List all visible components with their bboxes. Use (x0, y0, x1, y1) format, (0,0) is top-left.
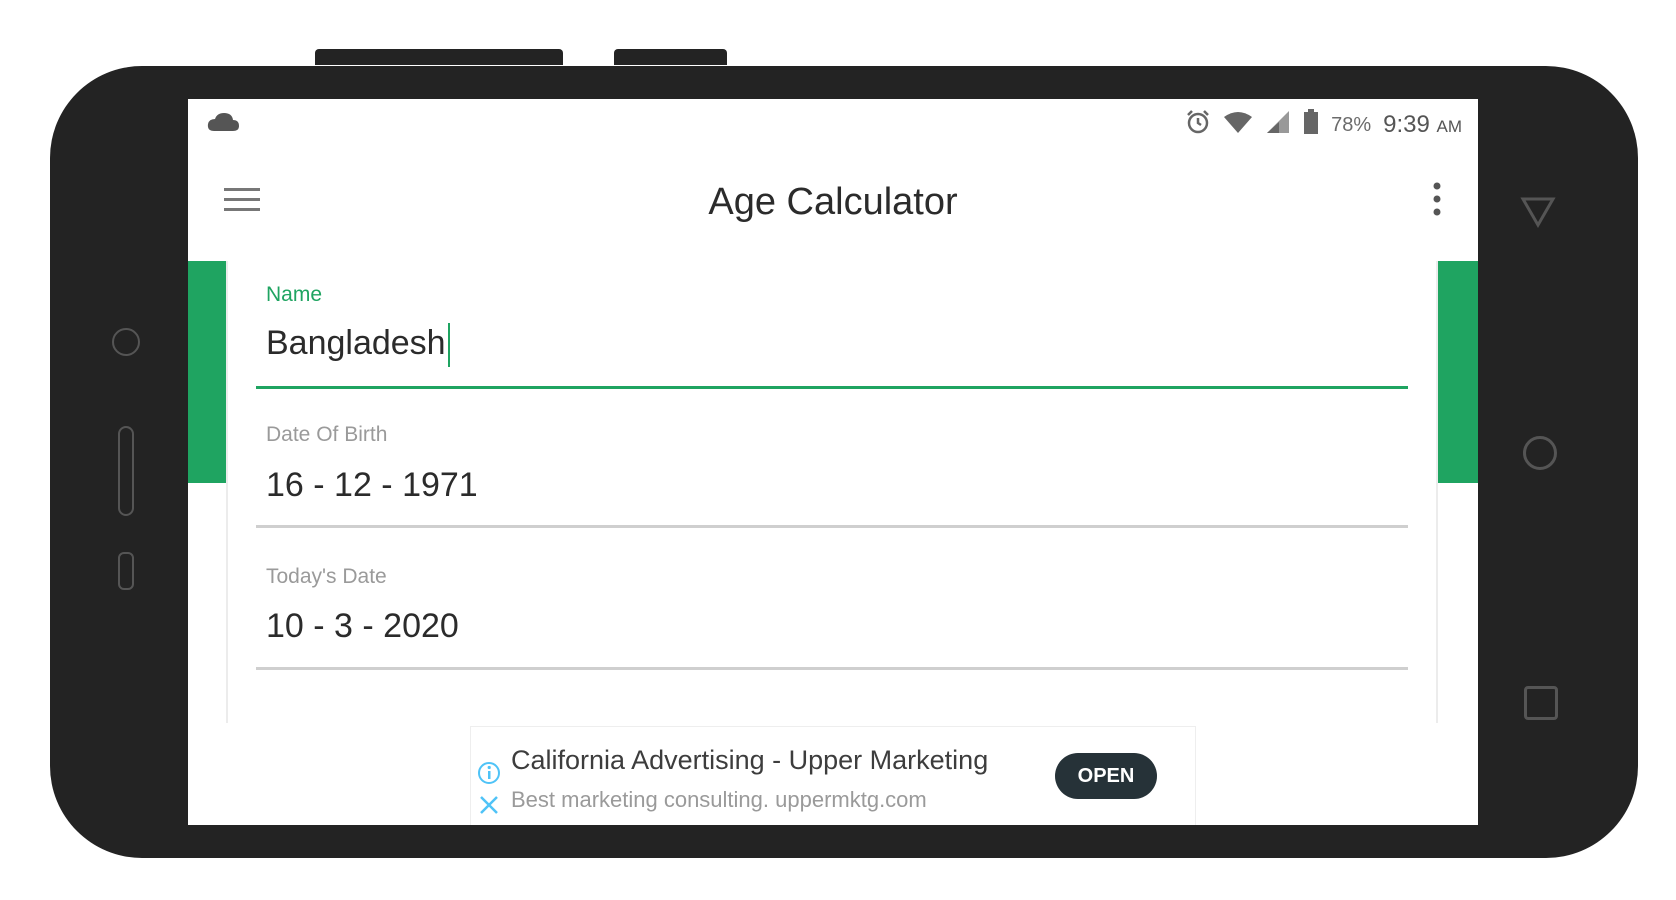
dob-underline (256, 525, 1408, 528)
accent-bar-right (1438, 261, 1478, 483)
today-field[interactable]: Today's Date 10 - 3 - 2020 (256, 565, 1408, 677)
name-value: Bangladesh (266, 323, 446, 362)
phone-screen: 78% 9:39 AM Age Calculator Name Banglade… (188, 99, 1478, 825)
home-circle-icon[interactable] (1523, 436, 1557, 470)
battery-icon (1303, 109, 1319, 141)
name-label: Name (266, 283, 323, 306)
time-ampm: AM (1436, 117, 1463, 136)
status-bar: 78% 9:39 AM (188, 99, 1478, 151)
status-time: 9:39 AM (1383, 111, 1462, 139)
time-value: 9:39 (1383, 111, 1430, 138)
today-label: Today's Date (266, 565, 387, 588)
today-input[interactable]: 10 - 3 - 2020 (266, 607, 459, 646)
accent-bar-left (188, 261, 226, 483)
device-top-button-1 (315, 49, 563, 65)
status-icons: 78% 9:39 AM (1185, 109, 1462, 141)
sensor-slot-icon (118, 552, 134, 590)
app-bar: Age Calculator (188, 151, 1478, 261)
dob-label: Date Of Birth (266, 423, 388, 446)
today-underline (256, 667, 1408, 670)
phone-frame: 78% 9:39 AM Age Calculator Name Banglade… (50, 66, 1638, 858)
signal-icon (1265, 110, 1291, 140)
back-triangle-icon[interactable] (1520, 196, 1556, 233)
cloud-icon (206, 111, 240, 138)
name-input[interactable]: Bangladesh (266, 323, 450, 367)
battery-percent: 78% (1331, 113, 1372, 136)
ad-open-button[interactable]: OPEN (1055, 753, 1157, 799)
close-icon[interactable] (479, 795, 499, 820)
more-vert-icon[interactable] (1432, 181, 1442, 222)
camera-icon (112, 328, 140, 356)
ad-title[interactable]: California Advertising - Upper Marketing (511, 745, 988, 776)
info-icon[interactable] (477, 761, 501, 790)
ad-banner[interactable]: California Advertising - Upper Marketing… (470, 726, 1196, 825)
ad-subtitle[interactable]: Best marketing consulting. uppermktg.com (511, 787, 927, 813)
alarm-icon (1185, 109, 1211, 141)
name-field[interactable]: Name Bangladesh (256, 283, 1408, 395)
device-top-button-2 (614, 49, 727, 65)
name-underline (256, 386, 1408, 389)
page-title: Age Calculator (708, 181, 958, 223)
wifi-icon (1223, 110, 1253, 140)
text-cursor (447, 323, 450, 367)
dob-input[interactable]: 16 - 12 - 1971 (266, 466, 478, 505)
recents-square-icon[interactable] (1524, 686, 1558, 720)
dob-field[interactable]: Date Of Birth 16 - 12 - 1971 (256, 423, 1408, 535)
speaker-slot-icon (118, 426, 134, 516)
